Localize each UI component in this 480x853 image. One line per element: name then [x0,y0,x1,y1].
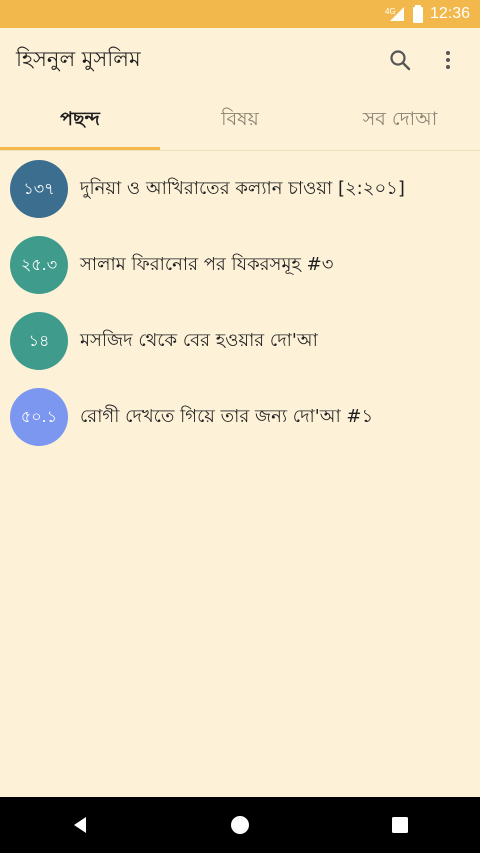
back-triangle-icon [74,817,86,833]
home-circle-icon [231,816,249,834]
app-title: হিসনুল মুসলিম [16,47,141,71]
dua-title: রোগী দেখতে গিয়ে তার জন্য দো'আ #১ [80,405,374,427]
battery-icon [412,5,424,23]
more-vert-icon [446,51,450,69]
status-time: 12:36 [429,5,470,22]
system-nav-bar [0,797,480,853]
dua-number-badge: ১৪ [10,312,68,370]
tab-label: বিষয় [221,108,259,130]
dua-title: সালাম ফিরানোর পর যিকরসমূহ #৩ [80,253,334,275]
tab-topics[interactable]: বিষয় [160,92,320,150]
dua-title: মসজিদ থেকে বের হওয়ার দো'আ [80,329,318,351]
search-icon [390,50,411,71]
list-item[interactable]: ২৫.৩ সালাম ফিরানোর পর যিকরসমূহ #৩ [0,227,480,303]
more-options-button[interactable] [424,36,472,84]
dua-title: দুনিয়া ও আখিরাতের কল্যান চাওয়া [২:২০১] [80,177,405,199]
signal-4g-icon: 4G [384,5,406,23]
status-bar: 4G 12:36 [0,0,480,28]
search-button[interactable] [376,36,424,84]
recents-button[interactable] [360,797,440,853]
tab-bar: পছন্দ বিষয় সব দোআ [0,92,480,150]
list-item[interactable]: ১৩৭ দুনিয়া ও আখিরাতের কল্যান চাওয়া [২:… [0,151,480,227]
tab-label: সব দোআ [362,108,438,130]
network-label: 4G [385,7,396,16]
home-button[interactable] [200,797,280,853]
list-item[interactable]: ১৪ মসজিদ থেকে বের হওয়ার দো'আ [0,303,480,379]
app-actions [376,36,472,84]
back-button[interactable] [40,797,120,853]
app-bar: হিসনুল মুসলিম [0,28,480,92]
favorites-list: ১৩৭ দুনিয়া ও আখিরাতের কল্যান চাওয়া [২:… [0,150,480,798]
tab-favorites[interactable]: পছন্দ [0,92,160,150]
tab-all-duas[interactable]: সব দোআ [320,92,480,150]
recents-square-icon [392,817,408,833]
tab-label: পছন্দ [60,108,100,130]
dua-number-badge: ১৩৭ [10,160,68,218]
dua-number-badge: ৫০.১ [10,388,68,446]
list-item[interactable]: ৫০.১ রোগী দেখতে গিয়ে তার জন্য দো'আ #১ [0,379,480,455]
dua-number-badge: ২৫.৩ [10,236,68,294]
